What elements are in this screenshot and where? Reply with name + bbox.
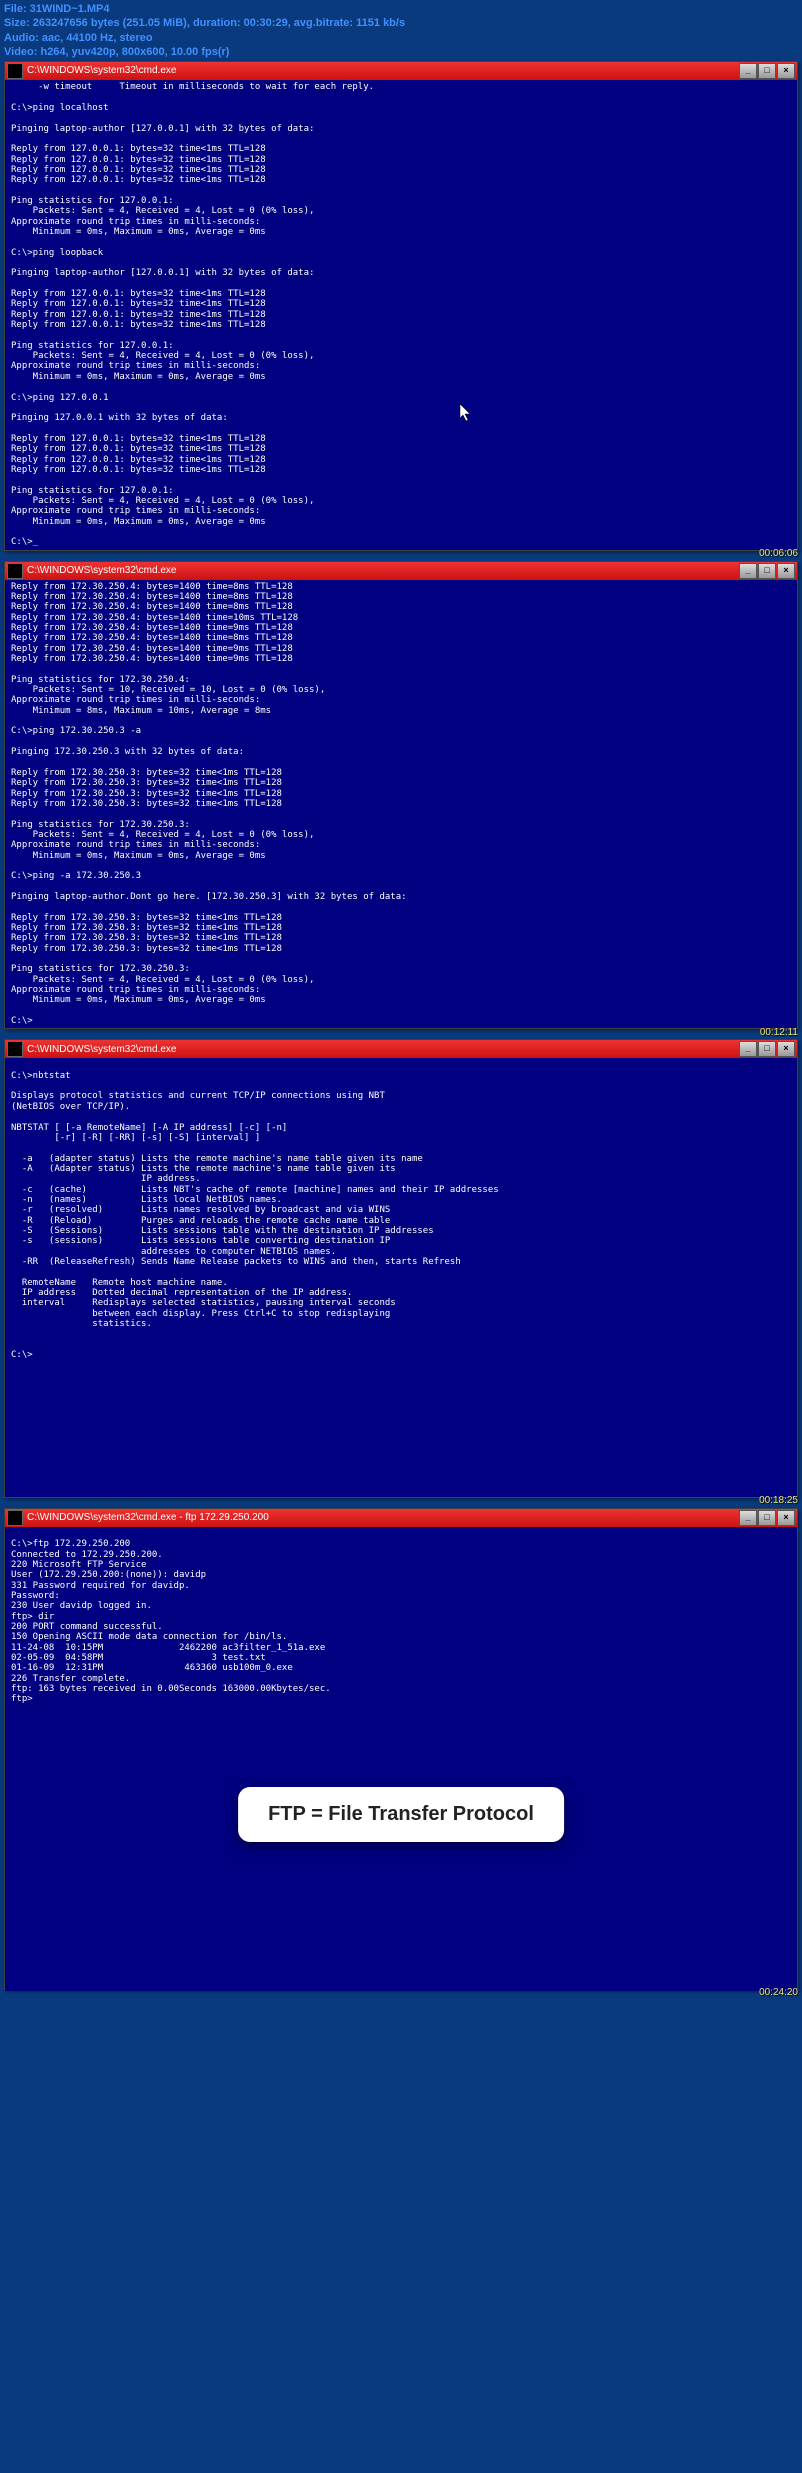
file-info-header: File: 31WIND~1.MP4 Size: 263247656 bytes… [0, 0, 802, 61]
cmd-window-2: C:\WINDOWS\system32\cmd.exe _ □ × Reply … [4, 561, 798, 1030]
minimize-button[interactable]: _ [739, 1041, 757, 1057]
titlebar[interactable]: C:\WINDOWS\system32\cmd.exe _ □ × [5, 62, 797, 80]
minimize-button[interactable]: _ [739, 1510, 757, 1526]
window-title: C:\WINDOWS\system32\cmd.exe [27, 565, 739, 577]
titlebar[interactable]: C:\WINDOWS\system32\cmd.exe - ftp 172.29… [5, 1509, 797, 1527]
maximize-button[interactable]: □ [758, 563, 776, 579]
cmd-icon [7, 63, 23, 79]
terminal-output[interactable]: Reply from 172.30.250.4: bytes=1400 time… [5, 580, 797, 1029]
window-title: C:\WINDOWS\system32\cmd.exe [27, 1044, 739, 1056]
close-button[interactable]: × [777, 1510, 795, 1526]
titlebar[interactable]: C:\WINDOWS\system32\cmd.exe _ □ × [5, 1040, 797, 1058]
timecode: 00:24:20 [759, 1987, 798, 1999]
maximize-button[interactable]: □ [758, 1041, 776, 1057]
cmd-icon [7, 1041, 23, 1057]
close-button[interactable]: × [777, 1041, 795, 1057]
cmd-window-3: C:\WINDOWS\system32\cmd.exe _ □ × C:\>nb… [4, 1039, 798, 1497]
file-video: Video: h264, yuv420p, 800x600, 10.00 fps… [4, 45, 798, 59]
minimize-button[interactable]: _ [739, 63, 757, 79]
file-name: File: 31WIND~1.MP4 [4, 2, 798, 16]
terminal-output[interactable]: C:\>ftp 172.29.250.200 Connected to 172.… [5, 1527, 797, 1991]
cmd-window-1: C:\WINDOWS\system32\cmd.exe _ □ × -w tim… [4, 61, 798, 550]
close-button[interactable]: × [777, 63, 795, 79]
minimize-button[interactable]: _ [739, 563, 757, 579]
cmd-icon [7, 1510, 23, 1526]
timecode: 00:12:11 [760, 1027, 798, 1039]
ftp-caption-overlay: FTP = File Transfer Protocol [238, 1787, 564, 1842]
file-size: Size: 263247656 bytes (251.05 MiB), dura… [4, 16, 798, 30]
timecode: 00:18:25 [759, 1495, 798, 1507]
cmd-icon [7, 563, 23, 579]
cmd-window-ftp: C:\WINDOWS\system32\cmd.exe - ftp 172.29… [4, 1508, 798, 1990]
titlebar[interactable]: C:\WINDOWS\system32\cmd.exe _ □ × [5, 562, 797, 580]
terminal-output[interactable]: -w timeout Timeout in milliseconds to wa… [5, 80, 797, 549]
terminal-output[interactable]: C:\>nbtstat Displays protocol statistics… [5, 1058, 797, 1496]
close-button[interactable]: × [777, 563, 795, 579]
file-audio: Audio: aac, 44100 Hz, stereo [4, 31, 798, 45]
window-title: C:\WINDOWS\system32\cmd.exe - ftp 172.29… [27, 1512, 739, 1524]
maximize-button[interactable]: □ [758, 1510, 776, 1526]
timecode: 00:06:06 [759, 548, 798, 560]
window-title: C:\WINDOWS\system32\cmd.exe [27, 65, 739, 77]
maximize-button[interactable]: □ [758, 63, 776, 79]
